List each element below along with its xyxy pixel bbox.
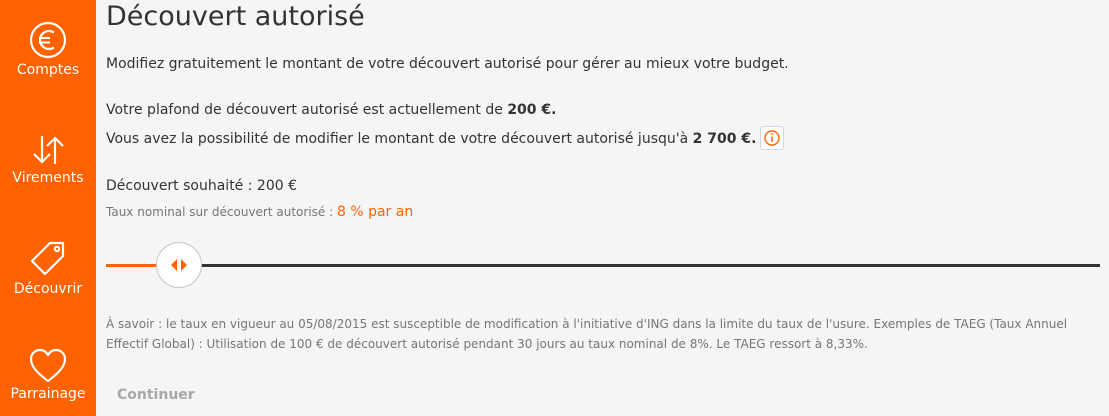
continue-button[interactable]: Continuer [106, 383, 206, 407]
sidebar-item-label: Découvrir [13, 281, 83, 297]
sidebar-item-comptes[interactable]: Comptes [0, 20, 96, 78]
current-limit-prefix: Votre plafond de découvert autorisé est … [106, 102, 508, 118]
sidebar-item-label: Virements [12, 170, 84, 186]
sidebar-item-label: Parrainage [10, 386, 86, 402]
slider-track-filled[interactable] [106, 264, 158, 267]
sidebar-item-decouvrir[interactable]: Découvrir [0, 239, 96, 297]
slider-track[interactable] [158, 264, 1100, 267]
info-icon[interactable] [760, 126, 785, 150]
current-limit-amount: 200 €. [507, 102, 557, 118]
page-title: Découvert autorisé [106, 1, 365, 32]
rate-value: 8 % par an [336, 204, 414, 220]
sidebar: Comptes Virements Découvrir Parrainage [0, 0, 96, 416]
tag-icon [30, 241, 65, 276]
slider-handle[interactable] [156, 242, 202, 288]
rate-label: Taux nominal sur découvert autorisé : [106, 205, 337, 219]
main-content: Découvert autorisé Modifiez gratuitement… [106, 0, 1109, 416]
slider-arrows-icon [171, 259, 187, 271]
desired-overdraft-label: Découvert souhaité : 200 € [106, 178, 297, 194]
transfer-arrows-icon [33, 136, 64, 164]
max-limit-amount: 2 700 €. [692, 131, 757, 147]
euro-icon [29, 21, 67, 59]
rate-text: Taux nominal sur découvert autorisé : 8 … [106, 204, 413, 220]
heart-icon [29, 348, 67, 383]
sidebar-item-parrainage[interactable]: Parrainage [0, 348, 96, 402]
info-note: À savoir : le taux en vigueur au 05/08/2… [106, 317, 1068, 351]
current-limit-text: Votre plafond de découvert autorisé est … [106, 102, 556, 118]
sidebar-item-label: Comptes [16, 62, 80, 78]
intro-text: Modifiez gratuitement le montant de votr… [106, 56, 789, 72]
sidebar-item-virements[interactable]: Virements [0, 132, 96, 186]
max-limit-prefix: Vous avez la possibilité de modifier le … [106, 131, 693, 147]
max-limit-text: Vous avez la possibilité de modifier le … [106, 126, 785, 151]
